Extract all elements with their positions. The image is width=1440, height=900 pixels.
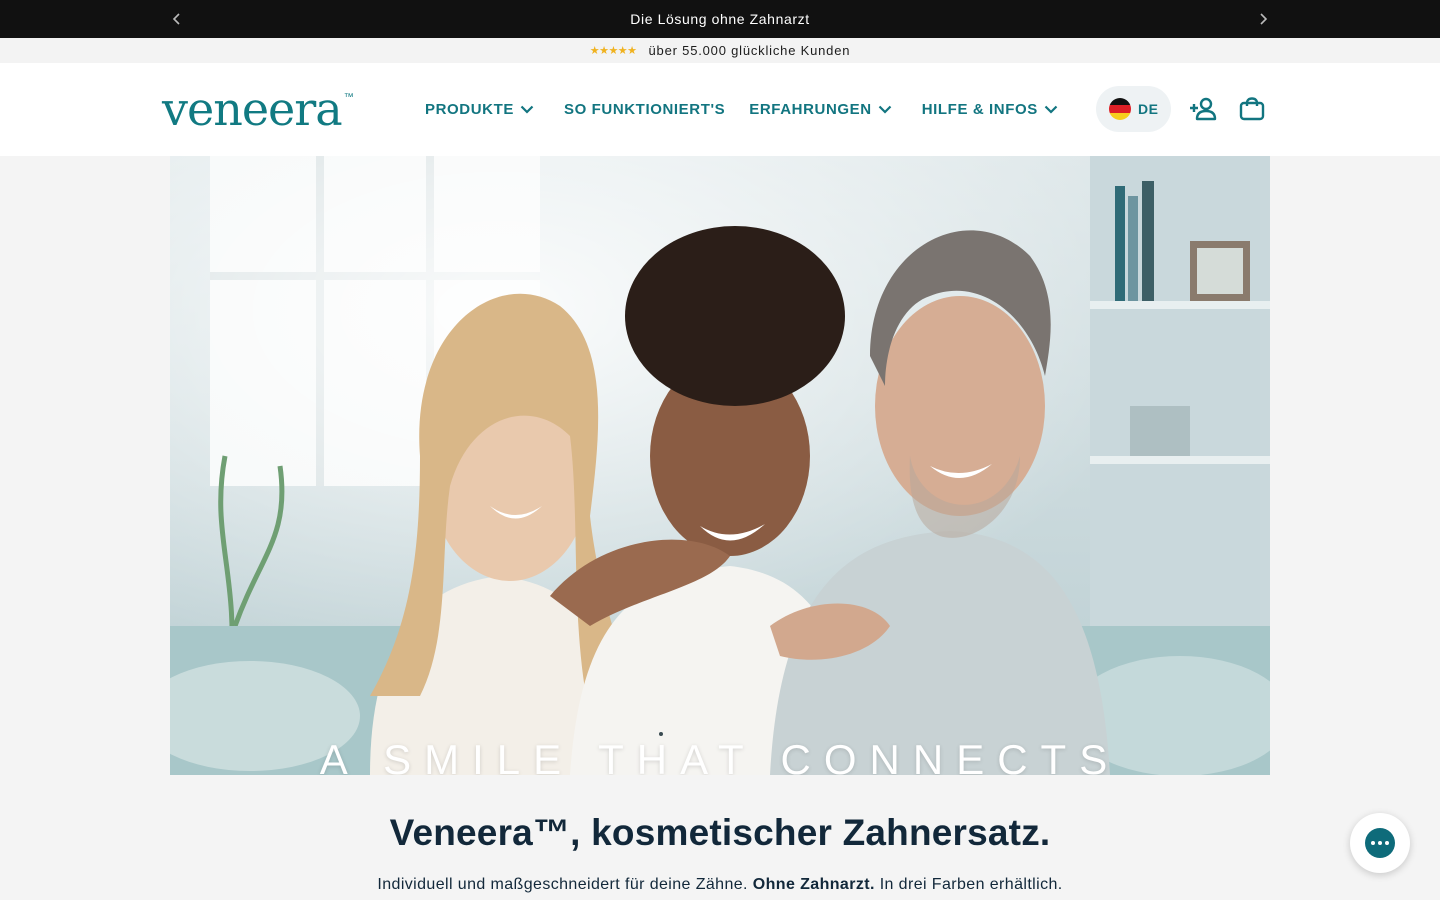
language-selector[interactable]: DE	[1096, 86, 1171, 132]
nav-item-so-funktionierts[interactable]: SO FUNKTIONIERT'S	[564, 101, 725, 118]
logo-trademark: ™	[343, 92, 354, 103]
german-flag-icon	[1109, 98, 1131, 120]
page-subline: Individuell und maßgeschneidert für dein…	[0, 876, 1440, 894]
logo-text: veneera	[162, 82, 343, 136]
site-header: veneera ™ PRODUKTE SO FUNKTIONIERT'S ERF…	[0, 63, 1440, 156]
chevron-right-icon	[1260, 13, 1268, 25]
nav-label: SO FUNKTIONIERT'S	[563, 101, 726, 118]
subline-bold: Ohne Zahnarzt.	[752, 876, 875, 893]
slide-indicator-dot[interactable]	[659, 732, 663, 736]
chevron-down-icon	[520, 105, 534, 114]
shopping-bag-icon	[1239, 97, 1265, 121]
hero-banner: A SMILE THAT CONNECTS	[170, 156, 1270, 775]
hero-tagline: A SMILE THAT CONNECTS	[319, 736, 1121, 775]
main-nav: PRODUKTE SO FUNKTIONIERT'S ERFAHRUNGEN H…	[425, 63, 1082, 156]
announcement-prev-button[interactable]	[162, 0, 192, 38]
subline-end: In drei Farben erhältlich.	[879, 876, 1063, 893]
nav-item-produkte[interactable]: PRODUKTE	[425, 101, 534, 118]
chat-button[interactable]	[1350, 813, 1410, 873]
nav-label: PRODUKTE	[425, 101, 514, 118]
rating-stars-icon: ★★★★★	[589, 45, 637, 57]
announcement-bar: Die Lösung ohne Zahnarzt	[0, 0, 1440, 38]
nav-item-hilfe-infos[interactable]: HILFE & INFOS	[922, 101, 1058, 118]
chat-bubble-icon	[1365, 828, 1395, 858]
rating-bar: ★★★★★ über 55.000 glückliche Kunden	[0, 38, 1440, 63]
rating-text: über 55.000 glückliche Kunden	[648, 43, 851, 58]
account-button[interactable]	[1188, 94, 1218, 124]
chevron-down-icon	[1044, 105, 1058, 114]
chevron-down-icon	[878, 105, 892, 114]
nav-item-erfahrungen[interactable]: ERFAHRUNGEN	[749, 101, 891, 118]
nav-label: ERFAHRUNGEN	[749, 101, 872, 118]
subline-start: Individuell und maßgeschneidert für dein…	[377, 876, 748, 893]
add-user-icon	[1190, 97, 1217, 121]
announcement-text: Die Lösung ohne Zahnarzt	[630, 11, 810, 27]
cart-button[interactable]	[1237, 94, 1267, 124]
nav-label: HILFE & INFOS	[921, 101, 1038, 118]
brand-logo[interactable]: veneera ™	[162, 81, 354, 137]
hero-photo	[170, 156, 1270, 775]
chevron-left-icon	[172, 13, 180, 25]
page-headline: Veneera™, kosmetischer Zahnersatz.	[389, 812, 1051, 853]
language-label: DE	[1138, 101, 1159, 117]
announcement-next-button[interactable]	[1248, 0, 1278, 38]
